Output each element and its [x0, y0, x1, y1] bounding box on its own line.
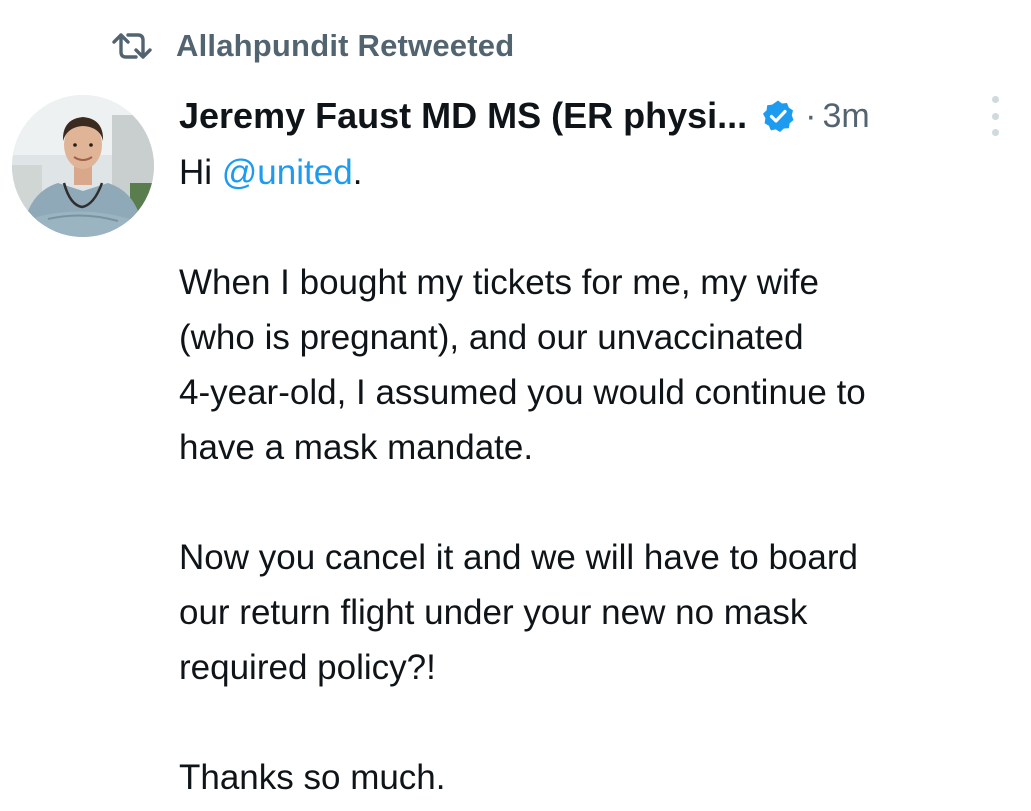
- tweet-header: Jeremy Faust MD MS (ER physi... · 3m: [179, 88, 1021, 144]
- tweet-line: (who is pregnant), and our unvaccinated: [179, 318, 804, 357]
- more-options-icon[interactable]: [985, 96, 1005, 136]
- retweet-icon: [110, 24, 154, 68]
- tweet-line: required policy?!: [179, 648, 436, 687]
- verified-badge-icon: [761, 99, 795, 133]
- profile-photo: [12, 95, 154, 237]
- greeting-suffix: .: [352, 153, 363, 192]
- header-separator: ·: [805, 96, 817, 135]
- avatar[interactable]: [12, 95, 154, 237]
- tweet-greeting: Hi @united.: [179, 145, 1024, 200]
- retweet-indicator: Allahpundit Retweeted: [110, 24, 514, 68]
- tweet-line: When I bought my tickets for me, my wife: [179, 263, 819, 302]
- greeting-prefix: Hi: [179, 153, 222, 192]
- tweet-line: have a mask mandate.: [179, 428, 534, 467]
- tweet-line: Now you cancel it and we will have to bo…: [179, 538, 858, 577]
- tweet-line: 4-year-old, I assumed you would continue…: [179, 373, 866, 412]
- author-display-name[interactable]: Jeremy Faust MD MS (ER physi...: [179, 95, 747, 137]
- tweet-timestamp[interactable]: 3m: [822, 97, 869, 136]
- tweet-text: Hi @united. When I bought my tickets for…: [179, 145, 1024, 805]
- tweet-line: our return flight under your new no mask: [179, 593, 808, 632]
- tweet-line: Thanks so much.: [179, 758, 446, 797]
- mention-link[interactable]: @united: [222, 153, 353, 192]
- retweet-label[interactable]: Allahpundit Retweeted: [176, 28, 514, 64]
- tweet-card[interactable]: Allahpundit Retweeted Jeremy Faust MD MS…: [0, 0, 1031, 811]
